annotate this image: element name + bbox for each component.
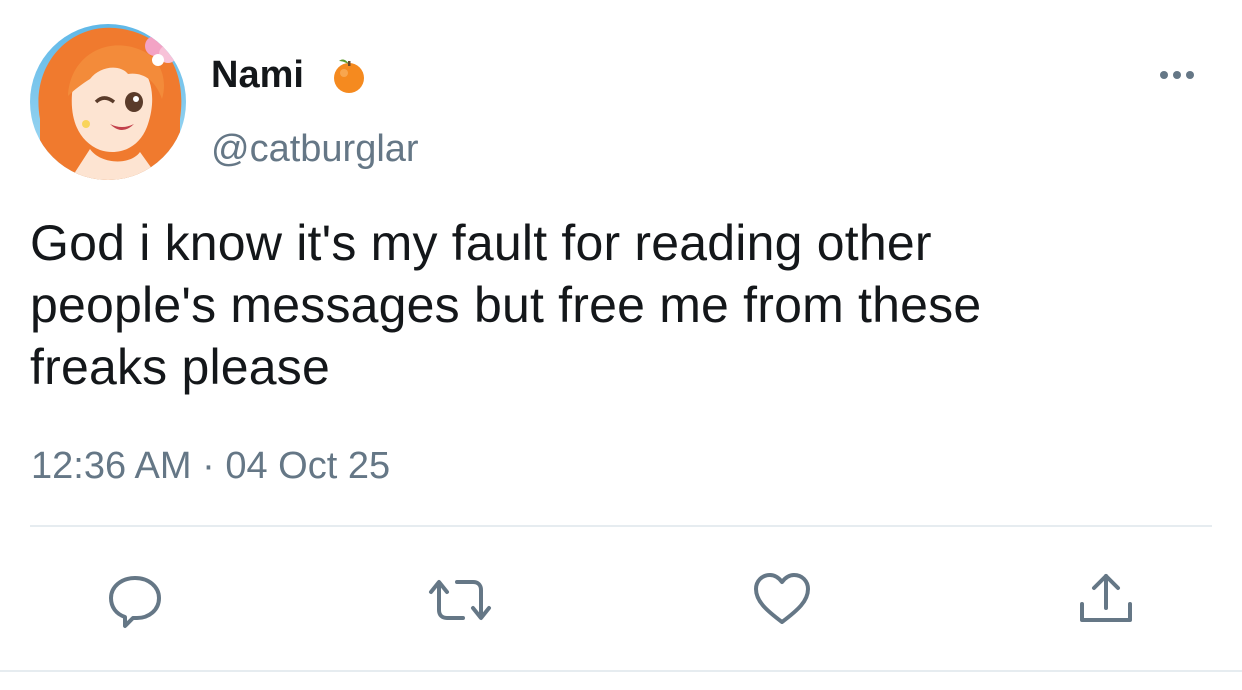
heart-icon bbox=[754, 573, 810, 624]
more-options-icon[interactable] bbox=[1152, 60, 1202, 90]
divider bbox=[0, 670, 1242, 672]
avatar-image bbox=[30, 24, 186, 180]
tweet-card: Nami @catburglar God i know it's my faul… bbox=[0, 0, 1242, 690]
display-name[interactable]: Nami bbox=[211, 52, 304, 98]
tweet-text: God i know it's my fault for reading oth… bbox=[30, 212, 1210, 398]
retweet-button[interactable] bbox=[425, 570, 491, 630]
share-button[interactable] bbox=[1076, 570, 1136, 630]
retweet-icon bbox=[429, 580, 491, 620]
reply-button[interactable] bbox=[105, 570, 165, 630]
divider bbox=[30, 525, 1212, 527]
share-icon bbox=[1080, 574, 1132, 622]
avatar[interactable] bbox=[30, 24, 186, 180]
username-handle[interactable]: @catburglar bbox=[211, 126, 419, 172]
tweet-text-line: God i know it's my fault for reading oth… bbox=[30, 215, 932, 271]
like-button[interactable] bbox=[752, 570, 812, 630]
orange-emoji-icon bbox=[330, 55, 368, 95]
tweet-text-line: freaks please bbox=[30, 339, 330, 395]
reply-icon bbox=[109, 576, 161, 628]
tweet-text-line: people's messages but free me from these bbox=[30, 277, 982, 333]
tweet-timestamp[interactable]: 12:36 AM · 04 Oct 25 bbox=[31, 443, 390, 489]
